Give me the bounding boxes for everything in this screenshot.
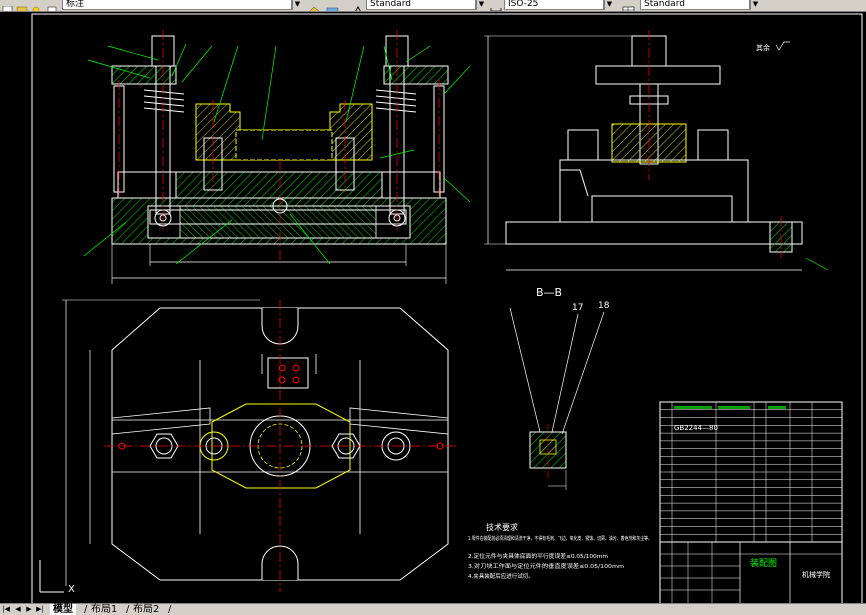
open-icon[interactable]	[16, 0, 28, 11]
note-1: 1.零件在装配前必须清理和清洗干净，不得有毛刺、飞边、氧化皮、锈蚀、切屑、油污、…	[468, 535, 652, 542]
bom-standard-code: GB2244—80	[674, 424, 718, 432]
top-view	[62, 299, 456, 592]
tab-last-icon[interactable]: ▶|	[35, 604, 45, 614]
section-callout-17: 17	[572, 303, 583, 313]
tab-prev-icon[interactable]: ◀	[13, 604, 23, 614]
tab-next-icon[interactable]: ▶	[24, 604, 34, 614]
title-block-drawing-name: 装配图	[750, 557, 777, 569]
section-title: B—B	[536, 286, 562, 299]
title-block-company: 机械学院	[802, 570, 830, 579]
table-style-combo[interactable]: Standard	[640, 0, 750, 10]
assembly-drawing: 其余 B—B 17 18 GB2244—80 装配图 机械学院 技术要求 1.零…	[31, 13, 863, 605]
note-4: 4.夹具装配后应进行试切。	[468, 572, 534, 580]
tab-layout1[interactable]: 布局1	[88, 604, 120, 615]
layer-manager-icon[interactable]	[326, 0, 339, 11]
layout-tab-bar: |◀ ◀ ▶ ▶| 模型 / 布局1 / 布局2 /	[0, 603, 866, 615]
title-block: 装配图 机械学院	[659, 541, 843, 605]
text-style-dropdown-icon[interactable]: ▼	[476, 0, 486, 10]
text-style-icon[interactable]	[352, 0, 364, 11]
layer-state-icon[interactable]	[30, 0, 42, 11]
layer-previous-icon[interactable]	[308, 0, 320, 11]
ucs-icon: X	[39, 560, 75, 595]
note-3: 3.对刀块工作面与定位元件的垂直度误差≤0.05/100mm	[468, 562, 624, 570]
layer-combo-dropdown-icon[interactable]: ▼	[292, 0, 302, 10]
layer-color-icon[interactable]	[46, 0, 58, 11]
table-style-dropdown-icon[interactable]: ▼	[750, 0, 760, 10]
technical-notes: 技术要求 1.零件在装配前必须清理和清洗干净，不得有毛刺、飞边、氧化皮、锈蚀、切…	[468, 522, 652, 580]
cursor-icon[interactable]	[2, 0, 14, 11]
roughness-note: 其余	[756, 43, 770, 52]
front-view	[83, 30, 471, 284]
notes-title: 技术要求	[486, 522, 518, 532]
section-callout-18: 18	[598, 301, 610, 311]
drawing-canvas[interactable]: 其余 B—B 17 18 GB2244—80 装配图 机械学院 技术要求 1.零…	[0, 11, 866, 605]
tab-model[interactable]: 模型	[50, 604, 76, 615]
note-2: 2.定位元件与夹具体底面的平行度误差≤0.05/100mm	[468, 552, 608, 560]
dim-style-dropdown-icon[interactable]: ▼	[604, 0, 614, 10]
tab-layout2[interactable]: 布局2	[130, 604, 162, 615]
dim-style-icon[interactable]	[490, 0, 502, 11]
section-b-b: B—B 17 18	[509, 286, 610, 490]
dim-style-combo[interactable]: ISO-25	[504, 0, 604, 10]
layer-combo[interactable]: 标注	[62, 0, 292, 10]
tab-first-icon[interactable]: |◀	[1, 604, 11, 614]
svg-text:X: X	[68, 584, 75, 595]
side-view: 其余	[484, 30, 829, 271]
parts-list-table: GB2244—80	[659, 401, 843, 543]
text-style-combo[interactable]: Standard	[366, 0, 476, 10]
table-style-icon[interactable]	[622, 0, 635, 11]
